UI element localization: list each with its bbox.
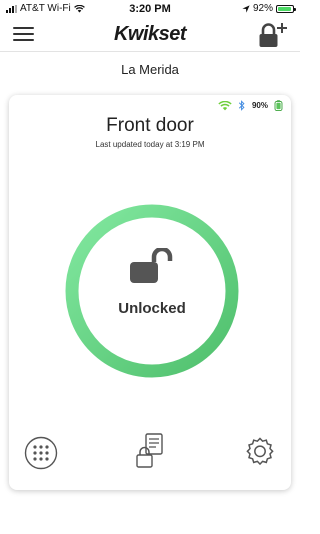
add-lock-icon[interactable] xyxy=(258,21,288,49)
last-updated-text: Last updated today at 3:19 PM xyxy=(95,140,205,149)
app-header: Kwikset xyxy=(0,18,300,52)
location-arrow-icon xyxy=(242,4,250,13)
gear-icon[interactable] xyxy=(243,436,277,470)
keypad-icon[interactable] xyxy=(24,436,58,470)
status-bar-right: 92% xyxy=(242,3,296,14)
status-ring xyxy=(65,204,239,378)
lock-card: 90% Front door Last updated today at 3:1… xyxy=(9,95,291,490)
bluetooth-icon xyxy=(238,100,245,111)
lock-status-label: Unlocked xyxy=(118,300,186,317)
lock-indicators: 90% xyxy=(218,100,283,111)
history-icon[interactable] xyxy=(135,433,165,469)
battery-percent: 92% xyxy=(252,3,273,14)
status-bar: AT&T Wi-Fi 3:20 PM 92% xyxy=(0,0,300,18)
kwikset-logo: Kwikset xyxy=(113,23,187,45)
lock-actions-bar xyxy=(9,430,291,480)
lock-battery-percent: 90% xyxy=(251,101,268,110)
unlocked-padlock-icon xyxy=(130,248,173,283)
location-title: La Merida xyxy=(121,62,179,77)
wifi-status-icon xyxy=(218,100,232,110)
lock-name: Front door xyxy=(106,115,194,136)
battery-icon xyxy=(276,4,296,13)
lock-toggle-button[interactable]: Unlocked xyxy=(64,203,240,379)
lock-battery-icon xyxy=(274,100,283,111)
